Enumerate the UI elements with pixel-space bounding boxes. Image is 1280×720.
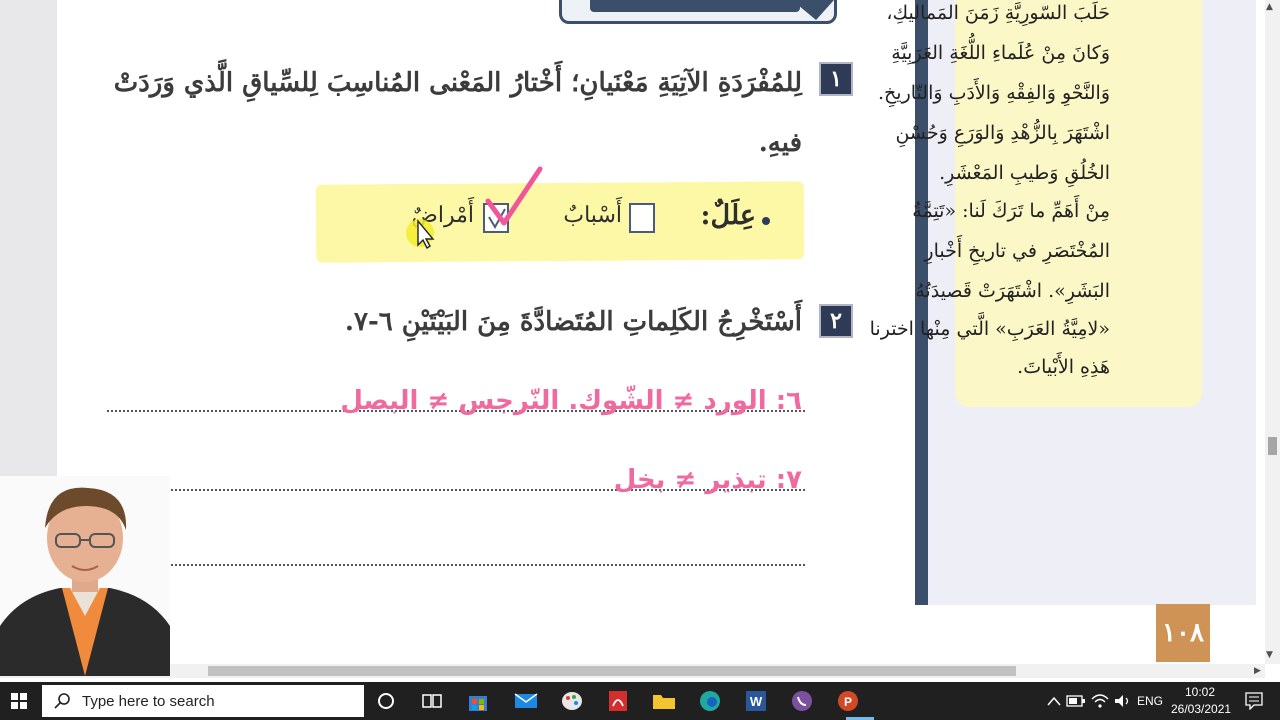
presenter-avatar xyxy=(0,476,170,676)
edge-browser-icon[interactable] xyxy=(696,687,724,715)
vertical-scroll-thumb[interactable] xyxy=(1268,437,1277,455)
speaker-icon[interactable] xyxy=(1108,687,1136,715)
question-2-number: ٢ xyxy=(819,304,853,338)
answer-line-3 xyxy=(107,564,805,566)
bullet-icon xyxy=(762,217,770,225)
sidebar-line: المُخْتَصَرِ في تاريخِ أَخْبارِ xyxy=(924,240,1110,262)
question-1-text-cont: فيهِ. xyxy=(758,128,802,158)
question-2-text: أَسْتَخْرِجُ الكَلِماتِ المُتَضادَّةَ مِ… xyxy=(344,307,802,337)
answer-2-text: ٧: تبذير ≠ بخل xyxy=(613,465,802,495)
document-page: حَلَبَ السّورِيَّةِ زَمَنَ المَماليكِ، و… xyxy=(0,0,1280,664)
cursor-highlight-icon xyxy=(406,219,435,250)
sidebar-line: هَذِهِ الأَبْياتَ. xyxy=(1017,356,1110,378)
acrobat-app-icon[interactable] xyxy=(604,687,632,715)
question-1-number: ١ xyxy=(819,62,853,96)
scroll-up-arrow-icon[interactable]: ▲ xyxy=(1266,2,1273,12)
webcam-overlay xyxy=(0,476,170,676)
powerpoint-app-icon[interactable]: P xyxy=(834,687,862,715)
horizontal-scroll-thumb[interactable] xyxy=(208,666,1016,676)
sidebar-line: اشْتَهَرَ بِالزُّهْدِ وَالوَرَعِ وَحُسْن… xyxy=(895,122,1110,144)
sidebar-line: «لامِيَّةُ العَرَبِ» الَّتي مِنْها اخترن… xyxy=(869,318,1110,340)
notifications-icon[interactable] xyxy=(1240,687,1268,715)
scroll-down-arrow-icon[interactable]: ▼ xyxy=(1266,650,1273,660)
clock-date[interactable]: 26/03/2021 xyxy=(1171,702,1231,716)
section-header-bar xyxy=(590,0,800,12)
svg-text:W: W xyxy=(750,694,763,709)
scroll-right-arrow-icon[interactable]: ▶ xyxy=(1254,665,1261,677)
sidebar-line: حَلَبَ السّورِيَّةِ زَمَنَ المَماليكِ، xyxy=(886,2,1110,24)
sidebar-line: وَالنَّحْوِ وَالفِقْهِ وَالأَدَبِ وَالتّ… xyxy=(878,82,1110,104)
windows-taskbar: Type here to search W P ENG 10:02 26/03/… xyxy=(0,682,1280,720)
svg-text:P: P xyxy=(844,695,852,709)
viber-app-icon[interactable] xyxy=(788,687,816,715)
question-1-text: لِلمُفْرَدَةِ الآتِيَةِ مَعْنَيانِ؛ أَخْ… xyxy=(113,68,802,98)
pink-tick-annotation-icon xyxy=(485,166,543,226)
option-a-label: أَسْبابٌ xyxy=(563,203,622,228)
language-indicator[interactable]: ENG xyxy=(1137,694,1163,708)
search-icon xyxy=(54,693,70,709)
start-button[interactable] xyxy=(0,682,38,720)
word-app-icon[interactable]: W xyxy=(742,687,770,715)
windows-logo-icon xyxy=(11,693,27,709)
vocab-word: عِلَلٌ: xyxy=(700,200,756,231)
sidebar-line: مِنْ أَهَمِّ ما تَرَكَ لَنا: «تَتِمَّةُ xyxy=(912,200,1110,222)
task-view-icon[interactable] xyxy=(418,687,446,715)
clock-time[interactable]: 10:02 xyxy=(1185,685,1215,699)
answer-1-text: ٦: الورد ≠ الشّوك. النّرجس ≠ البصل xyxy=(340,386,802,416)
sidebar-bio-box: حَلَبَ السّورِيَّةِ زَمَنَ المَماليكِ، و… xyxy=(870,0,1202,407)
mail-app-icon[interactable] xyxy=(512,687,540,715)
paint-app-icon[interactable] xyxy=(558,687,586,715)
sidebar-line: البَشَرِ». اشْتَهَرَتْ قَصيدَتُهُ xyxy=(915,280,1110,302)
option-a-checkbox[interactable] xyxy=(629,203,655,233)
store-app-icon[interactable] xyxy=(464,687,492,715)
header-arrow-icon xyxy=(792,0,834,20)
sidebar-line: الخُلُقِ وَطيبِ المَعْشَرِ. xyxy=(939,162,1110,184)
sidebar-line: وَكانَ مِنْ عُلَماءِ اللُّغَةِ العَرَبِي… xyxy=(891,42,1110,64)
taskbar-search-box[interactable]: Type here to search xyxy=(42,685,364,717)
vertical-scrollbar[interactable] xyxy=(1265,0,1280,664)
cortana-icon[interactable] xyxy=(372,687,400,715)
search-placeholder: Type here to search xyxy=(82,692,215,710)
file-explorer-icon[interactable] xyxy=(650,687,678,715)
page-number: ١٠٨ xyxy=(1156,604,1210,662)
